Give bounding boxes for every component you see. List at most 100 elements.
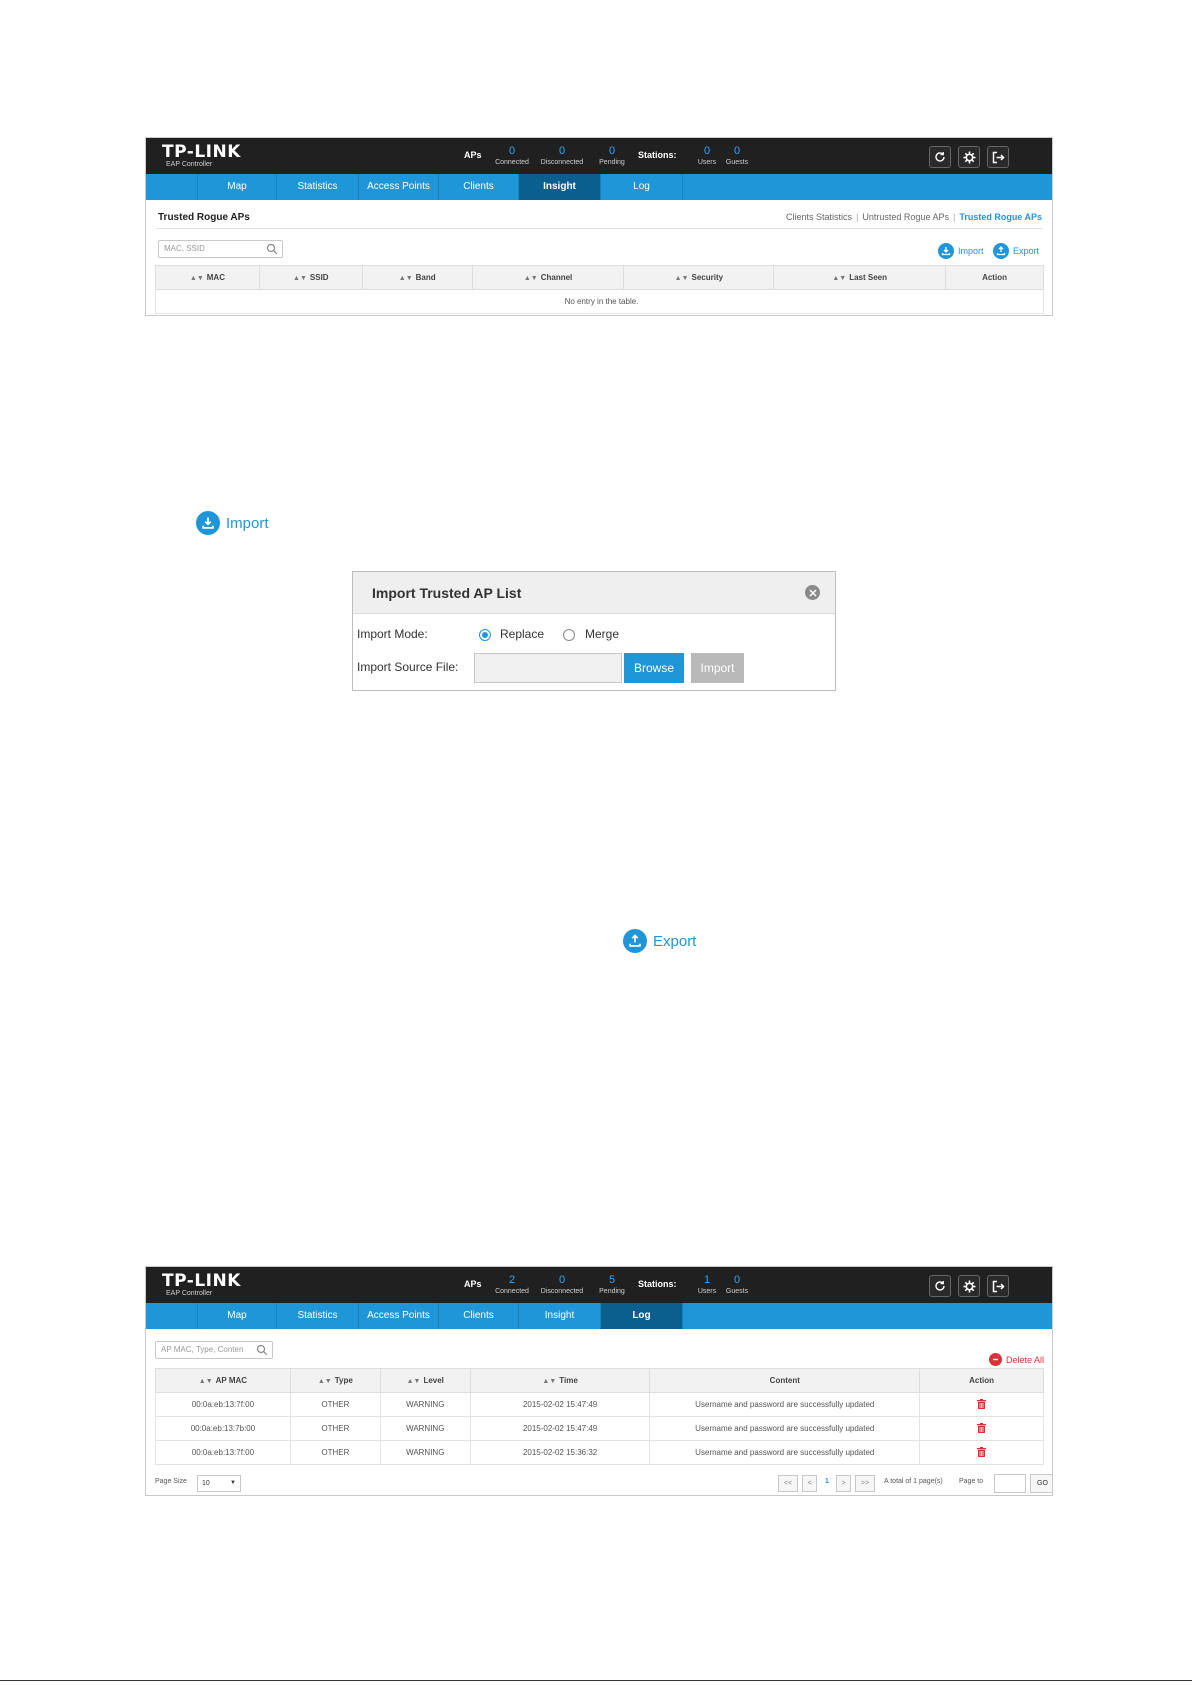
top-bar: TP-LINK EAP Controller APs 2 Connected 0D… — [146, 1267, 1052, 1303]
column-last-seen[interactable]: ▲▼ Last Seen — [773, 265, 947, 290]
export-button[interactable]: Export — [993, 243, 1039, 259]
column-mac[interactable]: ▲▼ MAC — [155, 265, 260, 290]
log-screen: TP-LINK EAP Controller APs 2 Connected 0D… — [145, 1266, 1053, 1496]
column-ap-mac[interactable]: ▲▼ AP MAC — [155, 1368, 291, 1393]
stations-label: Stations: — [638, 1279, 677, 1289]
search-input[interactable]: MAC, SSID — [158, 240, 283, 258]
search-input[interactable]: AP MAC, Type, Conten — [155, 1341, 273, 1359]
trash-icon — [977, 1446, 987, 1457]
last-page-button[interactable]: >> — [855, 1475, 875, 1492]
tab-log[interactable]: Log — [601, 174, 683, 200]
top-bar: TP-LINK EAP Controller APs 0 Connected 0D… — [146, 138, 1052, 174]
logo: TP-LINK EAP Controller — [162, 142, 241, 168]
subnav-untrusted-rogue-aps[interactable]: Untrusted Rogue APs — [862, 212, 949, 222]
aps-pending: 0 Pending — [599, 145, 625, 166]
settings-button[interactable] — [958, 1275, 980, 1297]
logout-icon — [992, 1280, 1005, 1292]
refresh-button[interactable] — [929, 1275, 951, 1297]
refresh-button[interactable] — [929, 146, 951, 168]
column-content: Content — [649, 1368, 921, 1393]
import-button[interactable]: Import — [938, 243, 984, 259]
page-size-label: Page Size — [155, 1478, 187, 1485]
tab-statistics[interactable]: Statistics — [277, 174, 359, 200]
browse-button[interactable]: Browse — [624, 653, 684, 683]
tab-clients[interactable]: Clients — [439, 174, 519, 200]
dialog-header: Import Trusted AP List — [353, 572, 835, 614]
settings-button[interactable] — [958, 146, 980, 168]
import-mode-label: Import Mode: — [357, 627, 428, 641]
aps-connected: 2 Connected — [495, 1274, 529, 1295]
aps-connected: 0 Connected — [495, 145, 529, 166]
logout-button[interactable] — [987, 146, 1009, 168]
import-trusted-ap-dialog: Import Trusted AP List Import Mode: Repl… — [352, 571, 836, 691]
tab-map[interactable]: Map — [197, 174, 277, 200]
tab-insight[interactable]: Insight — [519, 174, 601, 200]
trusted-rogue-aps-screen: TP-LINK EAP Controller APs 0 Connected 0D… — [145, 137, 1053, 316]
tab-statistics[interactable]: Statistics — [277, 1303, 359, 1329]
logo: TP-LINK EAP Controller — [162, 1271, 241, 1297]
trash-icon — [977, 1422, 987, 1433]
column-action: Action — [919, 1368, 1044, 1393]
column-band[interactable]: ▲▼ Band — [361, 265, 473, 290]
next-page-button[interactable]: > — [836, 1475, 851, 1492]
delete-row-button[interactable] — [977, 1398, 987, 1411]
aps-label: APs — [464, 150, 482, 160]
tab-insight[interactable]: Insight — [519, 1303, 601, 1329]
aps-pending: 5 Pending — [599, 1274, 625, 1295]
import-link-large[interactable]: Import — [196, 511, 269, 535]
page-to-input[interactable] — [994, 1474, 1026, 1493]
export-icon — [993, 243, 1009, 259]
current-page[interactable]: 1 — [825, 1478, 829, 1485]
replace-label: Replace — [500, 627, 545, 641]
go-button[interactable]: GO — [1030, 1474, 1052, 1493]
column-type[interactable]: ▲▼ Type — [289, 1368, 381, 1393]
delete-row-button[interactable] — [977, 1446, 987, 1459]
column-security[interactable]: ▲▼ Security — [623, 265, 775, 290]
column-level[interactable]: ▲▼ Level — [379, 1368, 471, 1393]
aps-disconnected: 0 Disconnected — [540, 145, 584, 166]
minus-icon — [988, 1353, 1002, 1366]
tab-access-points[interactable]: Access Points — [359, 174, 439, 200]
prev-page-button[interactable]: < — [802, 1475, 817, 1492]
delete-row-button[interactable] — [977, 1422, 987, 1435]
refresh-icon — [935, 1281, 945, 1291]
delete-all-button[interactable]: Delete All — [988, 1353, 1044, 1366]
tab-access-points[interactable]: Access Points — [359, 1303, 439, 1329]
trash-icon — [977, 1398, 987, 1409]
page-to-label: Page to — [959, 1478, 984, 1485]
column-ssid[interactable]: ▲▼ SSID — [258, 265, 363, 290]
first-page-button[interactable]: << — [778, 1475, 798, 1492]
stations-guests: 0 Guests — [725, 1274, 749, 1295]
table-row: 00:0a:eb:13:7f:00 OTHER WARNING 2015-02-… — [155, 1392, 1044, 1417]
dialog-title: Import Trusted AP List — [372, 585, 522, 601]
search-icon — [256, 1344, 268, 1356]
tab-log[interactable]: Log — [601, 1303, 683, 1329]
page-size-select[interactable]: 10 ▼ — [197, 1475, 241, 1492]
subnav-clients-statistics[interactable]: Clients Statistics — [786, 212, 852, 222]
subnav-trusted-rogue-aps[interactable]: Trusted Rogue APs — [959, 212, 1042, 222]
logout-button[interactable] — [987, 1275, 1009, 1297]
insight-subnav: Clients Statistics | Untrusted Rogue APs | T… — [786, 212, 1042, 222]
tab-clients[interactable]: Clients — [439, 1303, 519, 1329]
aps-label: APs — [464, 1279, 482, 1289]
close-button[interactable] — [805, 585, 820, 600]
radio-merge[interactable] — [563, 629, 575, 641]
gear-icon — [963, 151, 975, 163]
stations-label: Stations: — [638, 150, 677, 160]
main-nav: Map Statistics Access Points Clients Ins… — [146, 174, 1052, 200]
tab-map[interactable]: Map — [197, 1303, 277, 1329]
logout-icon — [992, 151, 1005, 163]
page-title: Trusted Rogue APs — [158, 212, 250, 223]
chevron-down-icon: ▼ — [230, 1480, 236, 1486]
export-link-large[interactable]: Export — [623, 929, 696, 953]
dialog-import-button[interactable]: Import — [691, 653, 744, 683]
import-icon — [938, 243, 954, 259]
column-time[interactable]: ▲▼ Time — [469, 1368, 651, 1393]
page-total-text: A total of 1 page(s) — [884, 1478, 943, 1485]
column-channel[interactable]: ▲▼ Channel — [471, 265, 625, 290]
radio-replace[interactable] — [479, 629, 491, 641]
file-path-field[interactable] — [474, 653, 622, 683]
close-icon — [808, 588, 817, 597]
table-row: 00:0a:eb:13:7f:00 OTHER WARNING 2015-02-… — [155, 1440, 1044, 1465]
search-icon — [266, 243, 278, 255]
